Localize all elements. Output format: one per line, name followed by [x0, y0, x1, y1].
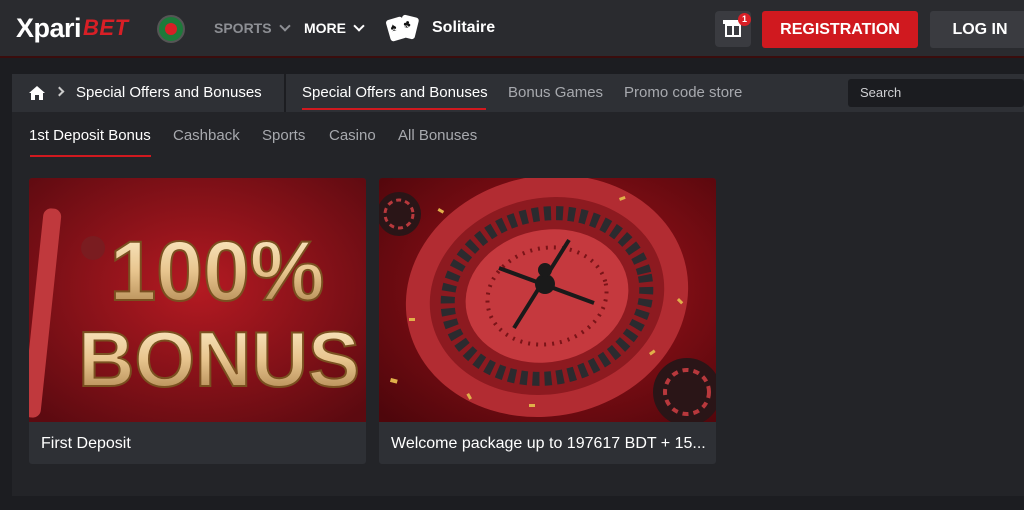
nav-sports[interactable]: SPORTS [214, 20, 291, 36]
logo-accent-text: BET [83, 15, 129, 40]
svg-text:BONUS: BONUS [78, 315, 360, 403]
bangladesh-flag-icon[interactable] [157, 15, 185, 43]
divider [284, 74, 286, 112]
page-footer-edge [0, 496, 1024, 510]
tab-all-bonuses[interactable]: All Bonuses [398, 127, 477, 144]
gift-button[interactable]: 1 [715, 11, 751, 47]
chevron-down-icon [278, 20, 291, 32]
nav-more-label: MORE [304, 20, 346, 36]
chevron-right-icon [54, 86, 65, 97]
tab-special-offers[interactable]: Special Offers and Bonuses [302, 84, 488, 101]
svg-text:100%: 100% [110, 224, 325, 318]
registration-button[interactable]: REGISTRATION [762, 11, 918, 48]
login-button[interactable]: LOG IN [930, 11, 1024, 48]
home-icon[interactable] [28, 85, 46, 101]
search-input[interactable]: Search [848, 79, 1024, 107]
logo-main-text: Xpari [16, 12, 82, 43]
promo-title: Welcome package up to 197617 BDT + 15... [391, 435, 706, 452]
promo-card-welcome-package[interactable]: Welcome package up to 197617 BDT + 15... [379, 178, 716, 464]
main-content: Special Offers and Bonuses Special Offer… [12, 74, 1024, 496]
top-bar: Xpari BET SPORTS MORE ♠ ♣ Solitaire 1 RE… [0, 0, 1024, 58]
playing-cards-icon: ♠ ♣ [385, 14, 420, 42]
active-bonus-tab-indicator [30, 155, 151, 157]
promo-card-first-deposit[interactable]: 100% BONUS First Deposit [29, 178, 366, 464]
roulette-banner-image [379, 178, 716, 422]
breadcrumb-current[interactable]: Special Offers and Bonuses [76, 84, 262, 101]
chevron-down-icon [353, 20, 365, 32]
solitaire-link[interactable]: ♠ ♣ Solitaire [385, 14, 496, 42]
tab-cashback[interactable]: Cashback [173, 127, 240, 144]
nav-sports-label: SPORTS [214, 20, 272, 36]
solitaire-label: Solitaire [432, 19, 496, 36]
active-tab-indicator [302, 108, 486, 110]
tab-casino[interactable]: Casino [329, 127, 376, 144]
sub-navigation: Special Offers and Bonuses Special Offer… [12, 74, 1024, 112]
site-logo[interactable]: Xpari BET [16, 12, 129, 44]
tab-first-deposit-bonus[interactable]: 1st Deposit Bonus [29, 127, 151, 144]
tab-sports[interactable]: Sports [262, 127, 305, 144]
tab-promo-code-store[interactable]: Promo code store [624, 84, 742, 101]
nav-more[interactable]: MORE [304, 20, 365, 36]
gift-count-badge: 1 [738, 13, 751, 26]
bonus-banner-image: 100% BONUS [29, 178, 366, 422]
promo-title: First Deposit [41, 435, 131, 452]
tab-bonus-games[interactable]: Bonus Games [508, 84, 603, 101]
